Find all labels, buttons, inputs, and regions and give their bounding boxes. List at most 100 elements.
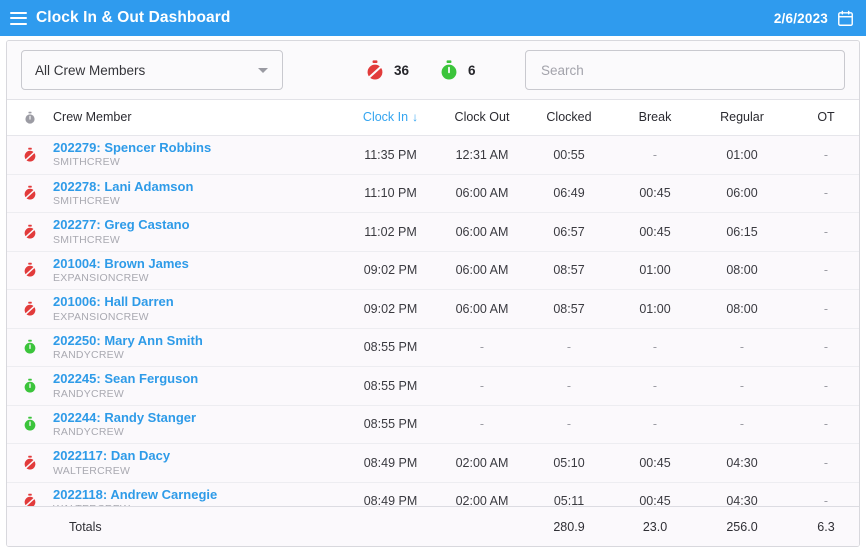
cell-ot: -	[823, 147, 829, 162]
stopwatch-off-icon	[24, 455, 36, 470]
crew-member-cell: 202245: Sean Ferguson RANDYCREW	[53, 367, 343, 406]
clocked-out-count: 36	[394, 62, 410, 78]
cell-clock-out: 06:00 AM	[455, 186, 509, 201]
cell-ot: -	[823, 186, 829, 201]
cell-regular: 06:15	[726, 224, 758, 239]
cell-clock-out: -	[479, 378, 485, 393]
crew-name-label: EXPANSIONCREW	[53, 310, 149, 323]
timecard-table: Crew Member Clock In ↓ Clock Out Clocked …	[7, 99, 859, 546]
crew-member-link[interactable]: 2022118: Andrew Carnegie	[53, 487, 343, 502]
cell-ot: -	[823, 340, 829, 355]
row-status-icon-cell	[7, 251, 53, 290]
cell-break: 00:45	[639, 494, 671, 506]
crew-name-label: WALTERCREW	[53, 464, 131, 477]
crew-name-label: RANDYCREW	[53, 349, 125, 362]
content-frame: All Crew Members 36 6 Search Crew Member…	[6, 40, 860, 547]
search-box[interactable]	[525, 50, 845, 90]
stopwatch-off-icon	[24, 147, 36, 162]
crew-member-cell: 202250: Mary Ann Smith RANDYCREW	[53, 328, 343, 367]
cell-clock-in: 08:55 PM	[363, 417, 418, 432]
column-header-clock-in[interactable]: Clock In ↓	[343, 100, 438, 136]
row-status-icon-cell	[7, 290, 53, 329]
row-status-icon-cell	[7, 213, 53, 252]
crew-name-label: SMITHCREW	[53, 233, 120, 246]
cell-ot: -	[823, 263, 829, 278]
cell-clocked: 06:57	[553, 224, 585, 239]
totals-ot: 6.3	[817, 519, 835, 534]
table-row[interactable]: 202245: Sean Ferguson RANDYCREW 08:55 PM - -…	[7, 366, 859, 406]
table-body-scroll[interactable]: 202279: Spencer Robbins SMITHCREW 11:35 PM…	[7, 135, 859, 506]
stopwatch-icon	[25, 111, 35, 124]
cell-ot: -	[823, 301, 829, 316]
crew-member-link[interactable]: 202250: Mary Ann Smith	[53, 333, 343, 348]
table-row[interactable]: 202244: Randy Stanger RANDYCREW 08:55 PM - -…	[7, 405, 859, 444]
cell-clock-out: 06:00 AM	[455, 263, 509, 278]
cell-clock-out: 06:00 AM	[455, 224, 509, 239]
table-row[interactable]: 201006: Hall Darren EXPANSIONCREW 09:02 PM…	[7, 289, 859, 329]
cell-clock-in: 09:02 PM	[363, 263, 418, 278]
table-header: Crew Member Clock In ↓ Clock Out Clocked …	[7, 100, 859, 136]
cell-clocked: 05:11	[553, 494, 585, 506]
cell-clock-in: 08:49 PM	[363, 455, 418, 470]
column-header-crew-member[interactable]: Crew Member	[53, 100, 343, 136]
calendar-icon[interactable]	[837, 10, 854, 27]
hamburger-menu-icon[interactable]	[10, 11, 27, 25]
stopwatch-on-icon	[24, 378, 36, 393]
cell-break: 00:45	[639, 455, 671, 470]
stopwatch-off-icon	[24, 224, 36, 239]
crew-member-link[interactable]: 201006: Hall Darren	[53, 294, 343, 309]
cell-break: 01:00	[639, 301, 671, 316]
app-header-right: 2/6/2023	[774, 10, 854, 27]
table-row[interactable]: 202279: Spencer Robbins SMITHCREW 11:35 PM…	[7, 135, 859, 175]
row-status-icon-cell	[7, 174, 53, 213]
crew-member-link[interactable]: 2022117: Dan Dacy	[53, 448, 343, 463]
table-row[interactable]: 2022117: Dan Dacy WALTERCREW 08:49 PM 02:00…	[7, 443, 859, 483]
sort-descending-icon: ↓	[412, 110, 419, 125]
cell-regular: 04:30	[726, 494, 758, 506]
header-status-icon-cell	[7, 100, 53, 136]
crew-member-cell: 202279: Spencer Robbins SMITHCREW	[53, 136, 343, 175]
table-row[interactable]: 201004: Brown James EXPANSIONCREW 09:02 PM…	[7, 251, 859, 290]
table-body: 202279: Spencer Robbins SMITHCREW 11:35 PM…	[7, 135, 859, 506]
totals-clock-in	[343, 507, 438, 546]
cell-regular: 08:00	[726, 301, 758, 316]
cell-clock-in: 08:49 PM	[363, 494, 418, 506]
crew-member-link[interactable]: 202245: Sean Ferguson	[53, 371, 343, 386]
crew-member-link[interactable]: 202279: Spencer Robbins	[53, 140, 343, 155]
column-header-clocked[interactable]: Clocked	[526, 100, 612, 136]
table-row[interactable]: 202250: Mary Ann Smith RANDYCREW 08:55 PM -…	[7, 328, 859, 367]
crew-member-cell: 2022117: Dan Dacy WALTERCREW	[53, 444, 343, 483]
crew-member-cell: 201004: Brown James EXPANSIONCREW	[53, 251, 343, 290]
cell-clocked: -	[566, 378, 572, 393]
table-row[interactable]: 202278: Lani Adamson SMITHCREW 11:10 PM 06:…	[7, 174, 859, 213]
crew-member-link[interactable]: 202244: Randy Stanger	[53, 410, 343, 425]
cell-regular: 06:00	[726, 186, 758, 201]
crew-name-label: EXPANSIONCREW	[53, 272, 149, 285]
table-row[interactable]: 202277: Greg Castano SMITHCREW 11:02 PM 06:…	[7, 212, 859, 252]
totals-break: 23.0	[642, 519, 668, 534]
search-input[interactable]	[539, 61, 831, 79]
cell-clock-out: 02:00 AM	[455, 455, 509, 470]
cell-clocked: 05:10	[553, 455, 585, 470]
cell-clock-in: 11:10 PM	[364, 186, 417, 201]
row-status-icon-cell	[7, 328, 53, 367]
cell-clock-in: 11:35 PM	[364, 147, 417, 162]
column-header-ot[interactable]: OT	[786, 100, 859, 136]
crew-member-link[interactable]: 201004: Brown James	[53, 256, 343, 271]
crew-filter-select[interactable]: All Crew Members	[21, 50, 283, 90]
crew-member-link[interactable]: 202278: Lani Adamson	[53, 179, 343, 194]
cell-regular: 08:00	[726, 263, 758, 278]
table-row[interactable]: 2022118: Andrew CarnegieWALTERCREW 08:49 …	[7, 482, 859, 506]
cell-clocked: -	[566, 340, 572, 355]
cell-regular: -	[739, 417, 745, 432]
crew-member-link[interactable]: 202277: Greg Castano	[53, 217, 343, 232]
column-header-regular[interactable]: Regular	[698, 100, 786, 136]
clocked-in-counter: 6	[439, 59, 476, 81]
column-header-break[interactable]: Break	[612, 100, 698, 136]
column-header-clock-out[interactable]: Clock Out	[438, 100, 526, 136]
crew-member-cell: 201006: Hall Darren EXPANSIONCREW	[53, 290, 343, 329]
stopwatch-on-icon	[24, 339, 36, 354]
filter-toolbar: All Crew Members 36 6 Search	[7, 41, 859, 99]
cell-break: -	[652, 417, 658, 432]
crew-member-cell: 2022118: Andrew CarnegieWALTERCREW	[53, 482, 343, 506]
